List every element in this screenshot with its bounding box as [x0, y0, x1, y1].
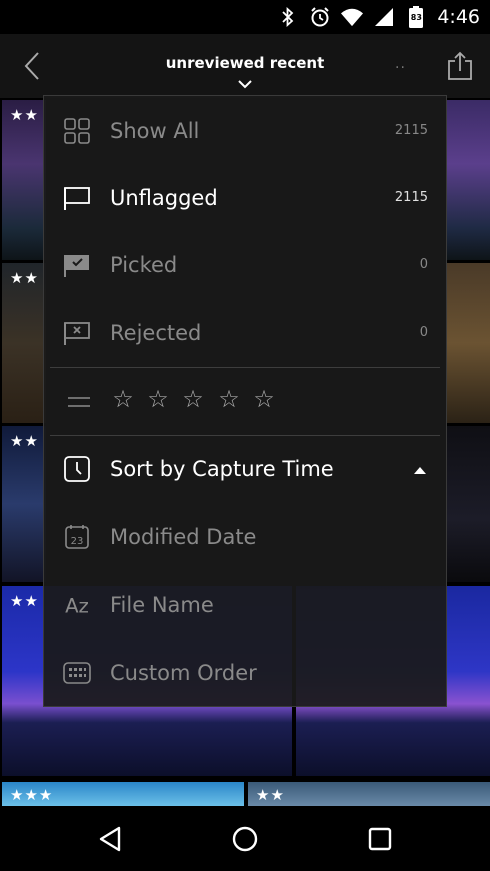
rating-star-2[interactable]: ☆ — [145, 385, 171, 413]
menu-item-label: Unflagged — [110, 186, 218, 210]
more-icon[interactable]: ·· — [395, 60, 406, 76]
nav-back-button[interactable] — [90, 822, 130, 856]
photo-thumbnail[interactable]: ★★★ — [2, 782, 244, 806]
menu-item-count: 2115 — [394, 190, 428, 205]
home-circle-icon — [232, 826, 258, 852]
thumbnail-rating: ★★ — [10, 432, 39, 450]
nav-recents-button[interactable] — [360, 822, 400, 856]
svg-text:Az: Az — [65, 595, 89, 618]
photo-thumbnail[interactable]: ★★ — [2, 263, 46, 423]
flag-icon — [62, 184, 92, 212]
thumbnail-rating: ★★ — [256, 786, 285, 804]
thumbnail-rating: ★★ — [10, 592, 39, 610]
thumbnail-rating: ★★ — [10, 269, 39, 287]
battery-level: 83 — [410, 12, 422, 22]
clock-icon — [62, 455, 92, 483]
menu-item-picked[interactable]: Picked 0 — [44, 233, 446, 297]
app-bar: unreviewed recent ·· — [0, 34, 490, 98]
grid-icon — [62, 117, 92, 145]
photo-thumbnail[interactable]: ★★ — [2, 426, 46, 582]
menu-item-sort-capture-time[interactable]: Sort by Capture Time — [44, 437, 446, 501]
bluetooth-icon — [277, 6, 299, 28]
menu-item-label: File Name — [110, 593, 214, 617]
menu-divider — [50, 435, 440, 436]
photo-thumbnail[interactable] — [446, 263, 490, 423]
photo-thumbnail[interactable]: ★★ — [248, 782, 490, 806]
menu-item-label: Rejected — [110, 321, 202, 345]
menu-item-count: 2115 — [394, 123, 428, 138]
alarm-icon — [309, 6, 331, 28]
menu-item-custom-order[interactable]: Custom Order — [44, 641, 446, 705]
rating-star-1[interactable]: ☆ — [110, 385, 136, 413]
nav-home-button[interactable] — [225, 822, 265, 856]
caret-up-icon[interactable] — [414, 467, 426, 474]
menu-item-rejected[interactable]: Rejected 0 — [44, 301, 446, 365]
menu-item-label: Modified Date — [110, 525, 257, 549]
rating-star-5[interactable]: ☆ — [251, 385, 277, 413]
photo-thumbnail[interactable] — [446, 100, 490, 260]
menu-item-label: Custom Order — [110, 661, 257, 685]
recents-square-icon — [368, 827, 392, 851]
thumbnail-rating: ★★★ — [10, 786, 54, 804]
status-bar: 83 4:46 — [0, 0, 490, 34]
menu-item-count: 0 — [419, 257, 428, 272]
rating-star-3[interactable]: ☆ — [180, 385, 206, 413]
menu-item-label: Sort by Capture Time — [110, 457, 334, 481]
rating-filter: ☆ ☆ ☆ ☆ ☆ — [44, 368, 446, 434]
thumbnail-rating: ★★ — [10, 106, 39, 124]
rating-star-4[interactable]: ☆ — [216, 385, 242, 413]
cell-signal-icon — [373, 6, 395, 28]
share-icon — [448, 51, 472, 80]
menu-item-modified-date[interactable]: 23 Modified Date — [44, 505, 446, 569]
chevron-down-icon[interactable] — [236, 78, 254, 90]
photo-thumbnail[interactable]: ★★ — [2, 100, 46, 260]
rating-operator-icon[interactable] — [68, 397, 90, 407]
custom-order-icon — [62, 659, 92, 687]
menu-item-unflagged[interactable]: Unflagged 2115 — [44, 166, 446, 230]
navigation-bar — [0, 806, 490, 871]
back-chevron-icon — [24, 52, 39, 80]
flag-rejected-icon — [62, 319, 92, 347]
menu-item-label: Picked — [110, 253, 178, 277]
back-button[interactable] — [12, 48, 52, 84]
alphabetical-icon: Az — [62, 591, 92, 619]
menu-item-label: Show All — [110, 119, 200, 143]
menu-item-count: 0 — [419, 325, 428, 340]
status-time: 4:46 — [437, 6, 480, 28]
svg-text:23: 23 — [71, 536, 84, 547]
collection-title[interactable]: unreviewed recent — [140, 54, 350, 72]
menu-item-show-all[interactable]: Show All 2115 — [44, 99, 446, 163]
filter-sort-menu: Show All 2115 Unflagged 2115 Picked 0 Re… — [43, 95, 447, 707]
photo-thumbnail[interactable] — [446, 426, 490, 582]
back-triangle-icon — [99, 826, 121, 852]
wifi-icon — [341, 6, 364, 28]
calendar-icon: 23 — [62, 523, 92, 551]
share-button[interactable] — [442, 48, 478, 84]
menu-item-file-name[interactable]: Az File Name — [44, 573, 446, 637]
flag-picked-icon — [62, 251, 92, 279]
battery-icon: 83 — [405, 6, 427, 28]
